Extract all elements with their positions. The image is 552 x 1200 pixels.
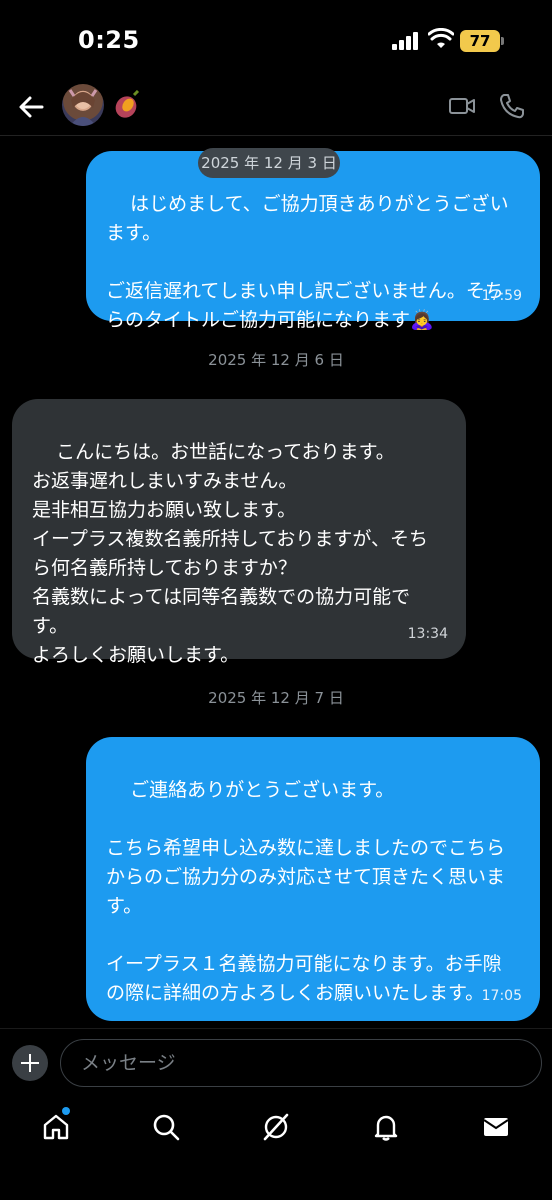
- notifications-icon[interactable]: [371, 1112, 401, 1142]
- bottom-navigation: [0, 1100, 552, 1200]
- avatar[interactable]: [62, 84, 104, 126]
- message-bubble-outgoing[interactable]: ご連絡ありがとうございます。 こちら希望申し込み数に達しましたのでこちらからのご…: [86, 737, 540, 1021]
- message-thread[interactable]: はじめまして、ご協力頂きありがとうございます。 ご返信遅れてしまい申し訳ございま…: [0, 137, 552, 1027]
- avatar-icon: [68, 89, 98, 126]
- message-text: はじめまして、ご協力頂きありがとうございます。 ご返信遅れてしまい申し訳ございま…: [106, 193, 509, 331]
- message-input[interactable]: [60, 1039, 542, 1087]
- notification-dot: [62, 1107, 70, 1115]
- home-icon[interactable]: [41, 1112, 71, 1142]
- wifi-icon: [428, 28, 454, 48]
- message-timestamp: 17:05: [481, 988, 522, 1004]
- status-time: 0:25: [78, 26, 140, 54]
- cellular-signal-icon: [392, 32, 420, 50]
- message-text: ご連絡ありがとうございます。 こちら希望申し込み数に達しましたのでこちらからのご…: [106, 779, 506, 1004]
- message-timestamp: 17:59: [481, 288, 522, 304]
- battery-level: 77: [460, 30, 500, 52]
- phone-call-icon[interactable]: [498, 92, 526, 120]
- video-call-icon[interactable]: [448, 92, 476, 120]
- add-attachment-button[interactable]: [12, 1045, 48, 1081]
- search-icon[interactable]: [151, 1112, 181, 1142]
- date-divider: 2025 年 12 月 7 日: [208, 689, 344, 707]
- status-bar: 0:25 77: [0, 0, 552, 80]
- grok-icon[interactable]: [261, 1112, 291, 1142]
- conversation-header: [0, 80, 552, 136]
- message-composer: [0, 1028, 552, 1100]
- sweet-potato-emoji-icon: [115, 90, 140, 118]
- message-bubble-incoming[interactable]: こんにちは。お世話になっております。 お返事遅れしまいすみません。 是非相互協力…: [12, 399, 466, 666]
- date-divider: 2025 年 12 月 6 日: [208, 351, 344, 369]
- back-arrow-icon[interactable]: [16, 92, 46, 122]
- date-divider-floating: 2025 年 12 月 3 日: [198, 148, 340, 178]
- message-text: こんにちは。お世話になっております。 お返事遅れしまいすみません。 是非相互協力…: [32, 441, 428, 666]
- battery-icon: 77: [460, 30, 504, 52]
- message-timestamp: 13:34: [407, 626, 448, 642]
- messages-icon[interactable]: [481, 1112, 511, 1142]
